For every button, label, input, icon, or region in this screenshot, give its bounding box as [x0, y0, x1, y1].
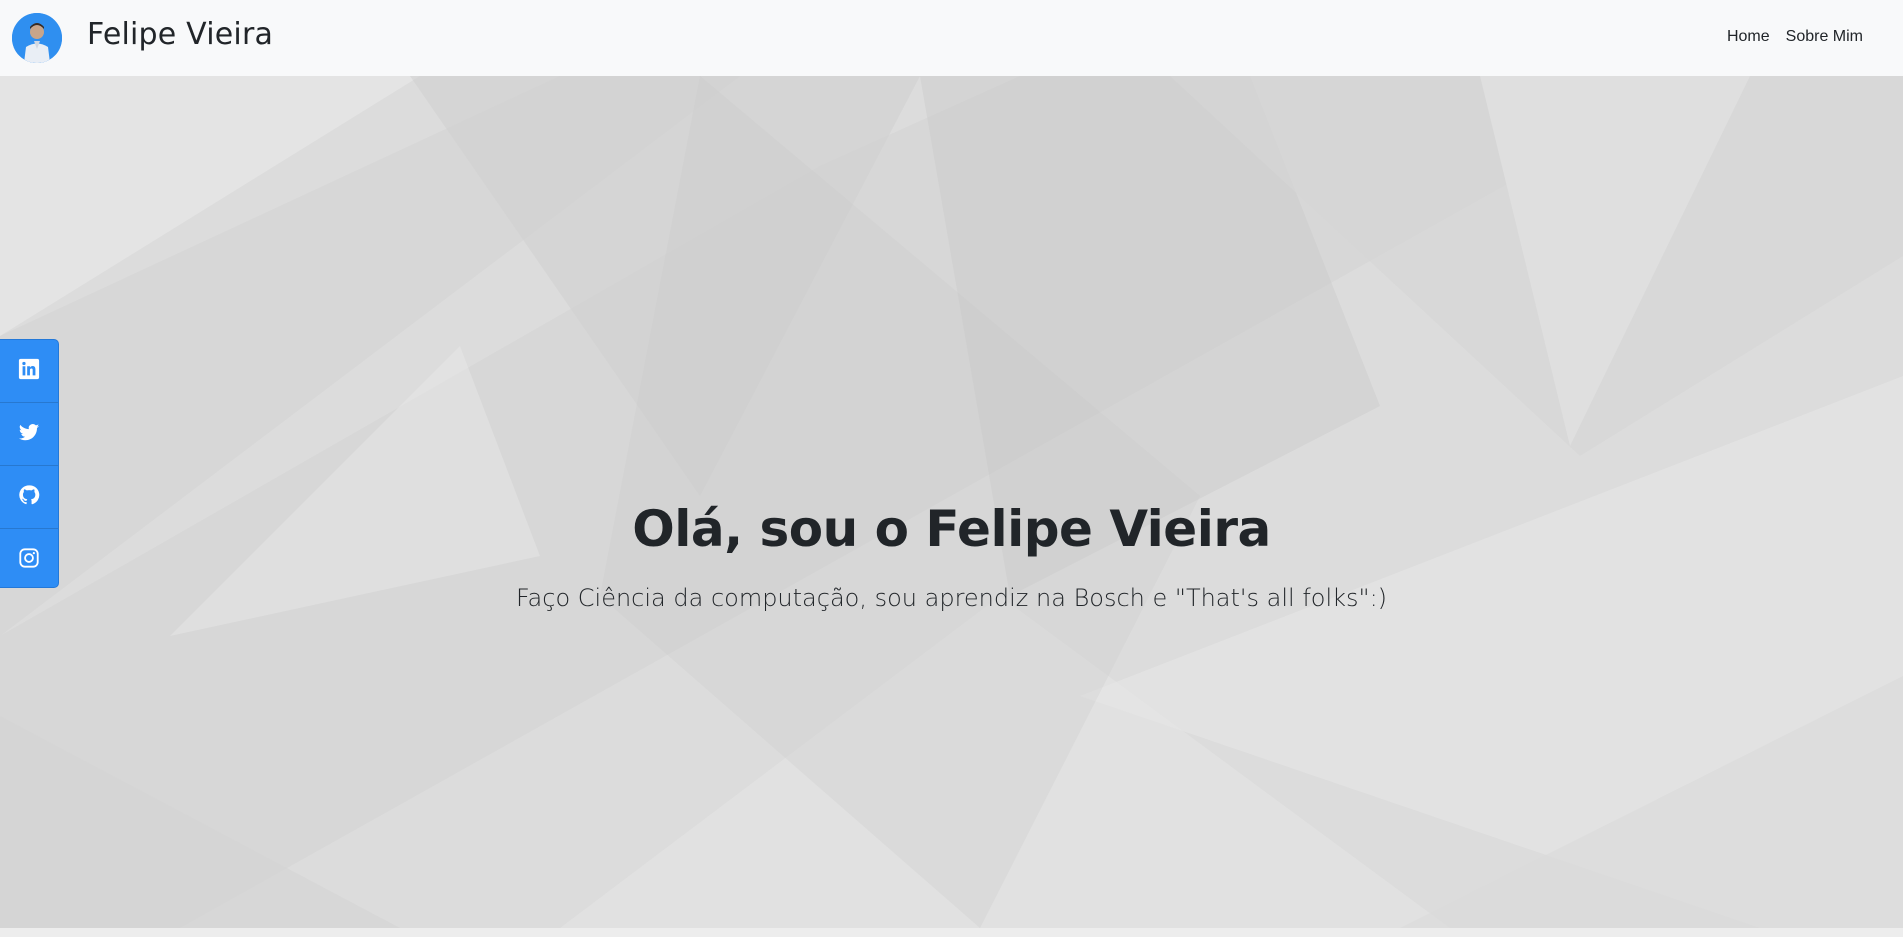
avatar[interactable] — [12, 13, 62, 63]
github-icon — [18, 484, 40, 511]
hero-section: Olá, sou o Felipe Vieira Faço Ciência da… — [0, 76, 1903, 928]
hero-title: Olá, sou o Felipe Vieira — [632, 499, 1271, 558]
nav-links: Home Sobre Mim — [1727, 28, 1863, 46]
linkedin-link[interactable] — [0, 340, 58, 403]
twitter-link[interactable] — [0, 403, 58, 466]
nav-link-home[interactable]: Home — [1727, 28, 1770, 46]
linkedin-icon — [18, 358, 40, 385]
hero-subtitle: Faço Ciência da computação, sou aprendiz… — [515, 584, 1388, 612]
bottom-strip — [0, 928, 1903, 937]
github-link[interactable] — [0, 466, 58, 529]
nav-link-sobre-mim[interactable]: Sobre Mim — [1786, 28, 1863, 46]
navbar: Felipe Vieira Home Sobre Mim — [0, 0, 1903, 76]
social-sidebar — [0, 339, 59, 588]
instagram-icon — [18, 547, 40, 574]
brand-title[interactable]: Felipe Vieira — [87, 17, 273, 52]
instagram-link[interactable] — [0, 529, 58, 591]
twitter-icon — [18, 421, 40, 448]
